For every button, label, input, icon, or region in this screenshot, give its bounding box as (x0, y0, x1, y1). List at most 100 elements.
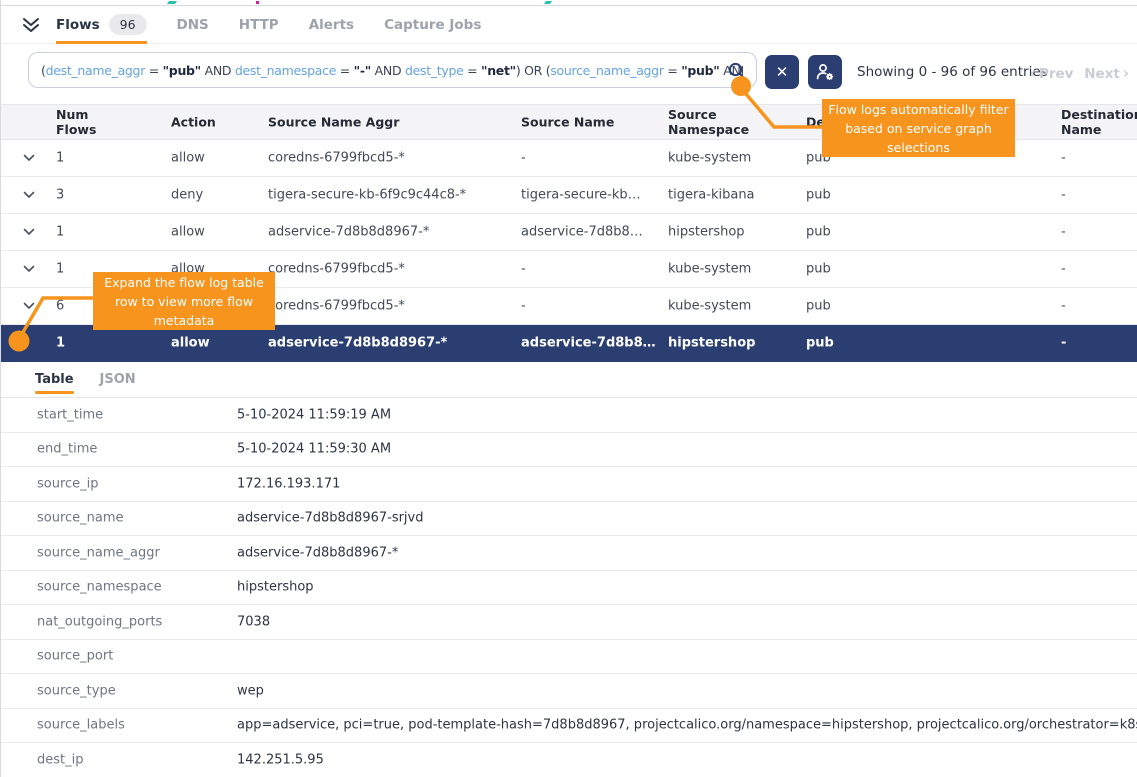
tab-label: Alerts (309, 17, 354, 33)
cell-dest_name_aggr: pub (806, 336, 834, 351)
cell-num_flows: 1 (56, 151, 64, 166)
cell-num_flows: 3 (56, 188, 64, 203)
tab-label: Capture Jobs (384, 17, 481, 33)
flows-count-badge: 96 (109, 14, 147, 35)
detail-value: 172.16.193.171 (237, 476, 340, 491)
cell-source_name: adservice-7d8b8… (521, 336, 656, 351)
cell-source_namespace: kube-system (668, 262, 751, 277)
detail-tab-table[interactable]: Table (35, 362, 74, 397)
cell-source_name: tigera-secure-kb… (521, 188, 641, 203)
detail-row: source_labelsapp=adservice, pci=true, po… (1, 709, 1137, 744)
detail-row: end_time 5-10-2024 11:59:30 AM (1, 433, 1137, 468)
flow-logs-panel: Flows96 DNS HTTP Alerts Capture Jobs (dest_n… (0, 0, 1137, 777)
user-settings-button[interactable] (808, 55, 842, 89)
cell-num_flows: 1 (56, 225, 64, 240)
detail-row: source_nameadservice-7d8b8d8967-srjvd (1, 502, 1137, 537)
tab-flows[interactable]: Flows96 (56, 6, 147, 43)
graph-filter-tooltip: Flow logs automatically filter based on … (822, 99, 1015, 157)
expand-chevron-icon[interactable] (23, 265, 35, 273)
expand-chevron-icon[interactable] (23, 154, 35, 162)
detail-value: adservice-7d8b8d8967-srjvd (237, 511, 424, 526)
column-header: Source Name (521, 115, 614, 130)
detail-value: 5-10-2024 11:59:19 AM (237, 407, 391, 422)
prev-chevron-icon[interactable]: ‹ (1030, 64, 1036, 82)
detail-value: adservice-7d8b8d8967-* (237, 545, 398, 560)
detail-row: dest_ip 142.251.5.95 (1, 743, 1137, 777)
query-part: "net" (481, 63, 516, 78)
detail-row: source_typewep (1, 674, 1137, 709)
cell-source_namespace: hipstershop (668, 336, 755, 351)
cell-action: allow (171, 225, 205, 240)
main-tabs: Flows96 DNS HTTP Alerts Capture Jobs (56, 6, 511, 43)
filter-query-input[interactable]: (dest_name_aggr = "pub" AND dest_namespa… (28, 52, 757, 88)
detail-value: app=adservice, pci=true, pod-template-ha… (237, 718, 1137, 733)
next-chevron-icon[interactable]: › (1123, 64, 1129, 82)
detail-value: wep (237, 683, 264, 698)
query-part: "-" (354, 63, 371, 78)
query-part: = (463, 63, 481, 78)
cell-dest_name_aggr: pub (806, 262, 831, 277)
query-part: = (336, 63, 354, 78)
cell-dest_name_aggr: pub (806, 225, 831, 240)
cell-action: allow (171, 336, 210, 351)
expand-chevron-icon[interactable] (23, 302, 35, 310)
entries-summary: Showing 0 - 96 of 96 entries (857, 64, 1048, 80)
cell-source_namespace: tigera-kibana (668, 188, 755, 203)
cell-action: allow (171, 151, 205, 166)
graph-fragment (544, 1, 552, 4)
tab-http[interactable]: HTTP (239, 6, 279, 43)
detail-tabs: Table JSON (1, 362, 1137, 398)
flow-row[interactable]: 1allowadservice-7d8b8d8967-*adservice-7d… (1, 214, 1137, 251)
detail-key: source_namespace (37, 580, 162, 595)
collapse-panel-icon[interactable] (21, 17, 41, 33)
cell-action: deny (171, 188, 203, 203)
flow-row[interactable]: 3denytigera-secure-kb-6f9c9c44c8-*tigera… (1, 177, 1137, 214)
cell-source_name: adservice-7d8b8… (521, 225, 643, 240)
next-button[interactable]: Next (1084, 66, 1120, 82)
graph-fragment (167, 1, 177, 4)
cell-destination_name: - (1061, 336, 1066, 351)
filter-toolbar: (dest_name_aggr = "pub" AND dest_namespa… (1, 44, 1137, 104)
tooltip-text: Expand the flow log table row to view mo… (99, 273, 269, 330)
query-part: = (145, 63, 163, 78)
detail-key: source_port (37, 649, 113, 664)
cell-source_name: - (521, 151, 526, 166)
search-icon[interactable] (727, 61, 747, 81)
prev-button[interactable]: Prev (1039, 66, 1074, 82)
clear-filter-button[interactable]: ✕ (765, 55, 799, 89)
query-part: "pub" (163, 63, 201, 78)
expand-row-tooltip: Expand the flow log table row to view mo… (93, 272, 275, 330)
detail-value: 142.251.5.95 (237, 752, 324, 767)
cell-source_name_aggr: adservice-7d8b8d8967-* (268, 336, 447, 351)
detail-value: 7038 (237, 614, 270, 629)
column-header: Destination Name (1061, 107, 1137, 137)
query-part: AND (371, 63, 405, 78)
detail-row: start_time5-10-2024 11:59:19 AM (1, 398, 1137, 433)
query-part: ) OR ( (516, 63, 550, 78)
detail-table: start_time5-10-2024 11:59:19 AM end_time 5… (1, 398, 1137, 777)
cell-source_namespace: kube-system (668, 151, 751, 166)
detail-value: 5-10-2024 11:59:30 AM (237, 442, 391, 457)
log-type-tabbar: Flows96 DNS HTTP Alerts Capture Jobs (1, 6, 1137, 44)
detail-row: source_ip172.16.193.171 (1, 467, 1137, 502)
tab-dns[interactable]: DNS (177, 6, 209, 43)
detail-key: end_time (37, 442, 97, 457)
cell-source_name: - (521, 262, 526, 277)
service-graph-edge-strip (1, 0, 1137, 6)
tab-capture-jobs[interactable]: Capture Jobs (384, 6, 481, 43)
flow-row[interactable]: 1allowadservice-7d8b8d8967-*adservice-7d… (1, 325, 1137, 362)
cell-source_name_aggr: coredns-6799fbcd5-* (268, 262, 405, 277)
cell-source_name_aggr: coredns-6799fbcd5-* (268, 299, 405, 314)
query-part: dest_type (405, 63, 464, 78)
tab-alerts[interactable]: Alerts (309, 6, 354, 43)
column-header: Action (171, 115, 216, 130)
detail-key: dest_ip (37, 752, 83, 767)
cell-source_namespace: hipstershop (668, 225, 745, 240)
cell-destination_name: - (1061, 188, 1066, 203)
expand-chevron-icon[interactable] (23, 228, 35, 236)
query-part: dest_namespace (235, 63, 336, 78)
cell-num_flows: 6 (56, 299, 64, 314)
expand-chevron-icon[interactable] (23, 191, 35, 199)
detail-row: nat_outgoing_ports7038 (1, 605, 1137, 640)
detail-tab-json[interactable]: JSON (100, 362, 136, 397)
